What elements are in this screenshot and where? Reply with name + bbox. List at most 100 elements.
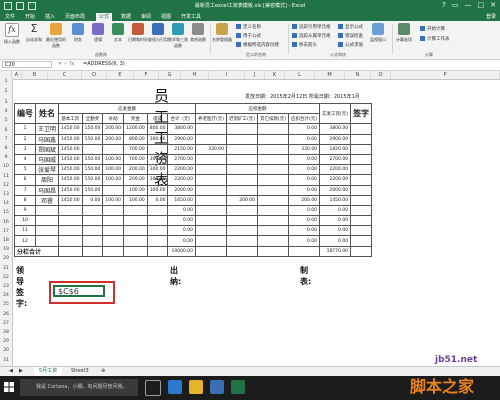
text-button[interactable]: 文本 <box>108 23 128 43</box>
column-header[interactable]: G <box>159 71 181 79</box>
cell-value[interactable]: 2200.00 <box>319 164 352 176</box>
cell-value[interactable]: 1820.00 <box>319 143 352 155</box>
column-header[interactable]: K <box>265 71 285 79</box>
cell-value[interactable] <box>123 225 148 237</box>
task-view-icon[interactable] <box>145 380 161 396</box>
cell-name[interactable]: 马国昌 <box>34 184 60 196</box>
cell-no[interactable]: 4 <box>14 153 36 166</box>
cell-value[interactable] <box>123 215 148 227</box>
cell-value[interactable] <box>257 174 290 186</box>
cell-value[interactable]: 150.00 <box>81 184 104 196</box>
cell-no[interactable]: 6 <box>14 174 36 186</box>
cell-value[interactable] <box>81 245 104 257</box>
cell-value[interactable]: 200.00 <box>102 123 125 135</box>
cell-value[interactable] <box>350 123 373 135</box>
cell-value[interactable]: 100.00 <box>102 164 125 176</box>
cell-value[interactable]: 0.00 <box>319 235 352 247</box>
cell-no[interactable]: 9 <box>14 204 36 217</box>
cell-value[interactable]: 0.00 <box>288 204 321 217</box>
row-header[interactable]: 16 <box>0 218 12 227</box>
row-header[interactable]: 20 <box>0 254 12 263</box>
subtotal-actual[interactable]: 18770.00 <box>319 245 352 257</box>
row-header[interactable]: 21 <box>0 264 12 273</box>
tab-page-layout[interactable]: 页面布局 <box>62 13 88 21</box>
cell-value[interactable]: 100.00 <box>102 194 125 206</box>
cell-value[interactable]: 100.00 <box>123 184 148 196</box>
row-header[interactable]: 30 <box>0 346 12 355</box>
row-header[interactable]: 13 <box>0 190 12 199</box>
cell-value[interactable]: 1450.00 <box>58 153 83 166</box>
cell-value[interactable]: 300.00 <box>146 133 169 145</box>
cell-value[interactable]: 800.00 <box>146 123 169 135</box>
cell-value[interactable]: 1450.00 <box>58 143 83 155</box>
tab-view[interactable]: 视图 <box>158 13 174 21</box>
cell-value[interactable]: 0.00 <box>288 133 321 145</box>
maximize-button[interactable]: □ <box>478 1 485 9</box>
cell-value[interactable] <box>102 225 125 237</box>
cell-value[interactable] <box>225 123 259 135</box>
row-header[interactable]: 8 <box>0 144 12 153</box>
cell-value[interactable]: 0.00 <box>146 194 169 206</box>
cell-value[interactable]: 1450.00 <box>58 184 83 196</box>
math-trig-button[interactable]: 数学和三角函数 <box>168 23 188 49</box>
column-header[interactable]: N <box>345 71 371 79</box>
more-functions-button[interactable]: 其他函数 <box>188 23 208 43</box>
cell-value[interactable]: 100.00 <box>102 153 125 166</box>
cell-value[interactable]: 0.00 <box>288 184 321 196</box>
excel-icon[interactable] <box>231 380 245 394</box>
edge-icon[interactable] <box>168 380 182 394</box>
cell-value[interactable] <box>350 235 373 247</box>
cell-value[interactable] <box>146 235 169 247</box>
cell-value[interactable] <box>257 123 290 135</box>
cell-value[interactable]: 2900.00 <box>167 133 196 145</box>
cell-value[interactable]: 2700.00 <box>319 153 352 166</box>
cell-name[interactable]: 郑国斌 <box>34 143 60 155</box>
selected-cell-c20[interactable]: $C$6 <box>53 285 105 297</box>
cell-value[interactable]: 3800.00 <box>319 123 352 135</box>
sheet-tab-sheet3[interactable]: Sheet3 <box>66 367 94 376</box>
cell-value[interactable]: 150.00 <box>81 153 104 166</box>
cell-value[interactable] <box>102 204 125 217</box>
cell-value[interactable]: 330.00 <box>194 143 228 155</box>
cell-value[interactable] <box>102 235 125 247</box>
cell-value[interactable]: 0.00 <box>288 174 321 186</box>
cell-value[interactable] <box>225 235 259 247</box>
cell-value[interactable] <box>225 204 259 217</box>
cell-value[interactable] <box>225 153 259 166</box>
cell-value[interactable] <box>58 204 83 217</box>
row-header[interactable]: 12 <box>0 181 12 190</box>
select-all-corner[interactable] <box>0 71 12 79</box>
cell-value[interactable]: 1650.00 <box>167 194 196 206</box>
cell-value[interactable] <box>81 204 104 217</box>
error-checking-button[interactable]: 错误检查 <box>338 33 363 39</box>
cell-value[interactable] <box>225 215 259 227</box>
windows-start-icon[interactable] <box>4 382 14 392</box>
cell-value[interactable]: 0.00 <box>288 225 321 237</box>
cell-value[interactable] <box>102 245 125 257</box>
cell-value[interactable]: 150.00 <box>81 174 104 186</box>
cell-value[interactable] <box>194 225 228 237</box>
cell-value[interactable]: 0.00 <box>288 164 321 176</box>
cell-value[interactable] <box>58 245 83 257</box>
cell-value[interactable] <box>257 164 290 176</box>
cell-value[interactable] <box>194 235 228 247</box>
cell-value[interactable] <box>257 133 290 145</box>
row-header[interactable]: 22 <box>0 273 12 282</box>
lookup-button[interactable]: 查找与引用 <box>148 23 168 43</box>
calculate-sheet-button[interactable]: 计算工作表 <box>420 36 450 42</box>
cell-value[interactable] <box>350 184 373 196</box>
column-header[interactable]: A <box>12 71 22 79</box>
cell-value[interactable]: 1450.00 <box>58 174 83 186</box>
cell-value[interactable] <box>225 184 259 196</box>
row-header[interactable]: 3 <box>0 98 12 107</box>
row-header[interactable]: 29 <box>0 337 12 346</box>
cell-value[interactable] <box>81 225 104 237</box>
subtotal-pay[interactable]: 19000.00 <box>167 245 196 257</box>
formula-buttons[interactable]: ✕ ✓ fx <box>58 61 74 67</box>
cell-value[interactable]: 0.00 <box>288 153 321 166</box>
row-header[interactable]: 15 <box>0 208 12 217</box>
cell-value[interactable]: 1450.00 <box>319 194 352 206</box>
cell-value[interactable]: 150.00 <box>81 133 104 145</box>
cell-value[interactable]: 300.00 <box>146 153 169 166</box>
cell-value[interactable]: 800.00 <box>123 133 148 145</box>
